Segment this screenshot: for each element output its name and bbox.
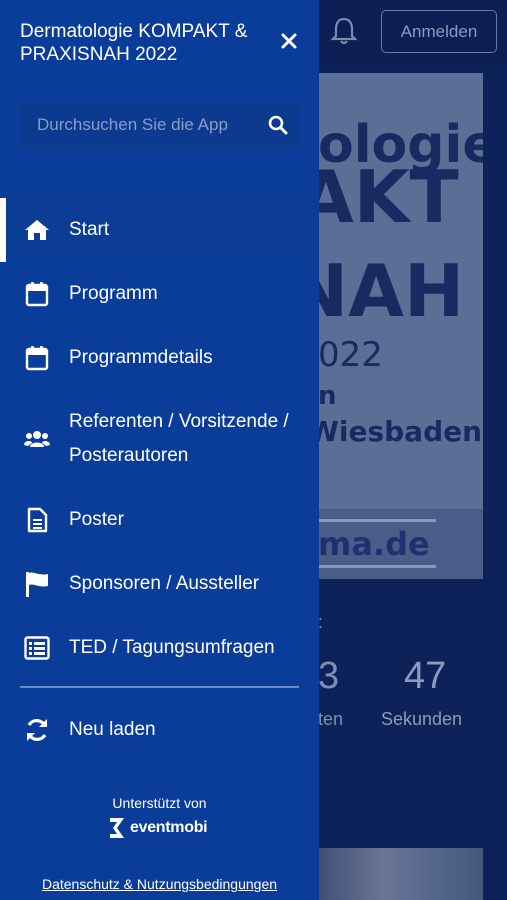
refresh-icon xyxy=(24,717,50,743)
menu-item-label: Programm xyxy=(69,283,158,304)
countdown-value: 3 xyxy=(318,655,340,697)
privacy-link[interactable]: Datenschutz & Nutzungsbedingungen xyxy=(0,876,319,892)
menu-item-ted[interactable]: TED / Tagungsumfragen xyxy=(0,616,319,680)
banner-text: 022 xyxy=(318,335,383,375)
search-box xyxy=(20,101,299,149)
countdown-seconds-value: 47 xyxy=(404,655,447,697)
eventmobi-logo[interactable]: eventmobi xyxy=(107,815,217,841)
divider xyxy=(318,519,436,522)
list-icon xyxy=(24,635,50,661)
logo-text: eventmobi xyxy=(130,819,208,836)
menu-item-label: Programmdetails xyxy=(69,347,213,368)
menu-item-label: Start xyxy=(69,219,110,240)
menu-item-start[interactable]: Start xyxy=(0,198,319,262)
banner-text: Wiesbaden xyxy=(318,415,483,448)
search-input[interactable] xyxy=(20,101,267,149)
drawer-menu: Start Programm Programmdetails Referente… xyxy=(0,198,319,680)
countdown-seconds-label: Sekunden xyxy=(381,709,463,729)
reload-button[interactable]: Neu laden xyxy=(0,698,319,762)
search-icon[interactable] xyxy=(267,114,289,136)
login-button[interactable]: Anmelden xyxy=(381,10,497,53)
event-banner: ologie AKT NAH 022 n Wiesbaden ma.de xyxy=(318,73,483,579)
users-icon xyxy=(24,426,50,452)
document-icon xyxy=(24,507,50,533)
flag-icon xyxy=(24,571,50,597)
menu-item-label: Referenten / Vorsitzende / Posterautoren xyxy=(69,411,289,466)
powered-by-text: Unterstützt von xyxy=(112,795,207,811)
close-icon[interactable] xyxy=(278,30,300,52)
menu-item-label: Poster xyxy=(69,509,124,530)
menu-item-poster[interactable]: Poster xyxy=(0,488,319,552)
bell-icon[interactable] xyxy=(330,16,358,46)
menu-item-referenten[interactable]: Referenten / Vorsitzende / Posterautoren xyxy=(0,390,319,488)
menu-item-programmdetails[interactable]: Programmdetails xyxy=(0,326,319,390)
home-icon xyxy=(24,217,50,243)
calendar-icon xyxy=(24,345,50,371)
menu-item-sponsoren[interactable]: Sponsoren / Aussteller xyxy=(0,552,319,616)
eventmobi-logo-icon xyxy=(110,818,124,838)
banner-text: n xyxy=(318,381,337,411)
navigation-drawer: Dermatologie KOMPAKT & PRAXISNAH 2022 St… xyxy=(0,0,319,900)
reload-label: Neu laden xyxy=(69,719,156,740)
banner-text: NAH xyxy=(318,249,465,333)
menu-divider xyxy=(20,686,299,688)
menu-item-label: TED / Tagungsumfragen xyxy=(69,637,275,658)
menu-item-programm[interactable]: Programm xyxy=(0,262,319,326)
banner-url: ma.de xyxy=(318,525,430,563)
countdown-label: ten xyxy=(318,709,344,729)
divider xyxy=(318,565,436,568)
banner-text: AKT xyxy=(318,155,459,239)
drawer-title: Dermatologie KOMPAKT & PRAXISNAH 2022 xyxy=(20,21,248,65)
menu-item-label: Sponsoren / Aussteller xyxy=(69,573,260,594)
photo-thumbnail xyxy=(318,848,483,900)
calendar-icon xyxy=(24,281,50,307)
